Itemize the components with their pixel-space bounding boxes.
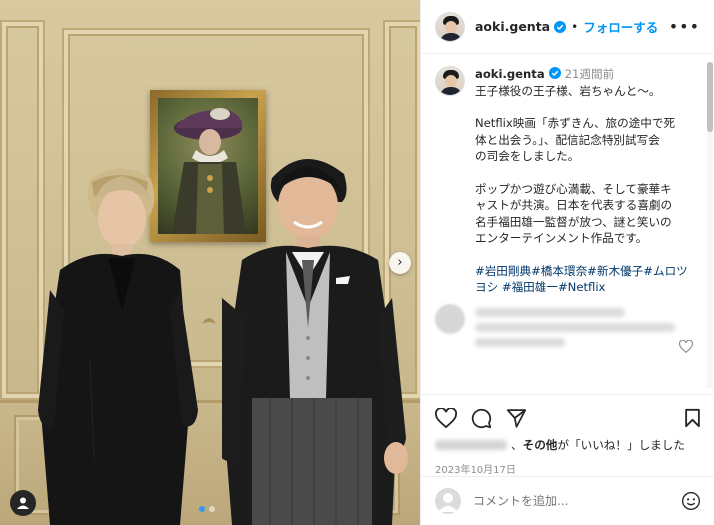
verified-icon <box>554 20 567 33</box>
scrollbar-thumb[interactable] <box>707 62 713 132</box>
comment-item <box>435 303 701 360</box>
post-date[interactable]: 2023年10月17日 <box>435 461 701 476</box>
comment-button[interactable] <box>471 408 492 429</box>
verified-icon <box>548 67 561 79</box>
caption-text: エンターテインメント作品です。 <box>475 231 648 245</box>
carousel-dot <box>209 506 215 512</box>
username-link[interactable]: aoki.genta <box>475 19 550 34</box>
add-comment-bar <box>421 476 714 525</box>
emoji-icon <box>682 492 700 510</box>
likes-others-link[interactable]: その他 <box>523 437 558 453</box>
user-tag-icon <box>17 497 29 509</box>
share-button[interactable] <box>506 408 527 428</box>
carousel-indicator <box>199 506 215 512</box>
avatar[interactable] <box>435 11 465 42</box>
carousel-dot <box>199 506 205 512</box>
caption-scroll-area[interactable]: aoki.genta 21週間前 王子様役の王子様、岩ちゃんと〜。 Netflix… <box>421 54 714 394</box>
caption-text: 王子様役の王子様、岩ちゃんと〜。 <box>475 83 661 98</box>
caption-text: の司会をしました。 <box>475 149 580 163</box>
like-button[interactable] <box>435 408 457 428</box>
bookmark-icon <box>685 408 700 428</box>
more-options-button[interactable]: ••• <box>669 17 700 36</box>
user-tag-button[interactable] <box>10 490 36 516</box>
post-sidebar: aoki.genta • フォローする ••• aoki.genta 21週間前 … <box>420 0 714 525</box>
commenter-avatar[interactable] <box>435 303 465 334</box>
likes-text: が「いいね！」しました <box>557 438 685 452</box>
caption-text: ポップかつ遊び心満載、そして豪華キ <box>475 181 672 196</box>
comment-input[interactable] <box>473 494 643 508</box>
save-button[interactable] <box>684 408 701 428</box>
person-left <box>38 168 198 525</box>
comment-icon <box>471 408 492 428</box>
emoji-button[interactable] <box>681 491 701 511</box>
heart-icon <box>435 408 457 428</box>
share-icon <box>506 409 527 428</box>
caption: aoki.genta 21週間前 王子様役の王子様、岩ちゃんと〜。 Netflix… <box>435 66 701 296</box>
post-actions: 、 その他 が「いいね！」しました 2023年10月17日 <box>421 394 714 476</box>
next-slide-button[interactable]: › <box>389 252 411 274</box>
caption-text: Netflix映画「赤ずきん、旅の途中で死 <box>475 116 676 130</box>
caption-username[interactable]: aoki.genta <box>475 67 545 81</box>
post-header: aoki.genta • フォローする ••• <box>421 0 714 54</box>
hashtag-links[interactable]: #岩田剛典#橋本環奈#新木優子#ムロツ <box>475 263 701 280</box>
caption-time[interactable]: 21週間前 <box>565 67 615 81</box>
follow-button[interactable]: フォローする <box>583 17 658 36</box>
comment-text-blurred <box>475 307 675 353</box>
person-right <box>222 158 408 525</box>
liker-name-blurred[interactable] <box>435 440 507 450</box>
caption-text: 体と出会う。」、配信記念特別試写会 <box>475 132 660 147</box>
likes-summary[interactable]: 、 その他 が「いいね！」しました <box>435 437 701 453</box>
caption-text: 名手福田雄一監督が放つ、謎と笑いの <box>475 214 672 229</box>
avatar[interactable] <box>435 66 465 96</box>
current-user-avatar <box>435 488 461 514</box>
separator: • <box>571 19 579 34</box>
hashtag-links[interactable]: ヨシ #福田雄一#Netflix <box>475 279 701 296</box>
chevron-right-icon: › <box>397 255 403 270</box>
comment-like-icon[interactable] <box>679 339 693 353</box>
likes-prefix: 、 <box>511 438 523 452</box>
post-photo[interactable]: › <box>0 0 420 525</box>
caption-text: ャストが共演。日本を代表する喜劇の <box>475 198 673 212</box>
